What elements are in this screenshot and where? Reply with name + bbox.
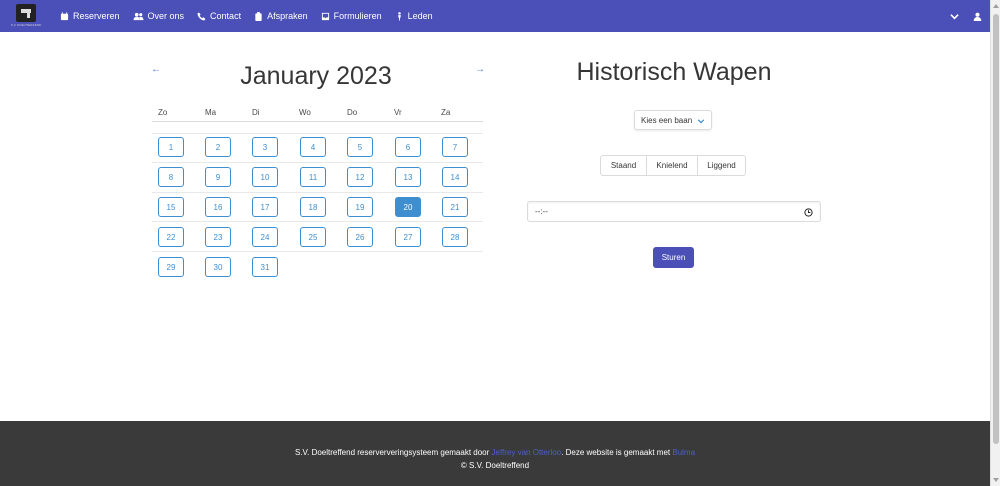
- footer-text: S.V. Doeltreffend reserververingsysteem …: [294, 448, 492, 457]
- footer-copyright: © S.V. Doeltreffend: [460, 461, 530, 470]
- calendar-day-12[interactable]: 12: [347, 167, 373, 187]
- calendar-day-14[interactable]: 14: [442, 167, 468, 187]
- calendar-row-divider: [152, 192, 483, 193]
- calendar-weekday-header: Zo Ma Di Wo Do Vr Za: [152, 104, 483, 122]
- calendar-icon: [60, 11, 69, 20]
- bulma-link[interactable]: Bulma: [672, 448, 695, 457]
- tab-staand[interactable]: Staand: [600, 155, 647, 176]
- calendar-day-6[interactable]: 6: [395, 137, 421, 157]
- logo[interactable]: S.V. DOELTREFFEND: [8, 4, 44, 28]
- logo-text: S.V. DOELTREFFEND: [10, 23, 42, 27]
- weekday-label: Ma: [205, 108, 217, 117]
- lane-select[interactable]: Kies een baan: [634, 110, 712, 130]
- calendar-day-29[interactable]: 29: [158, 257, 184, 277]
- nav-item-label: Over ons: [147, 11, 185, 21]
- calendar-day-2[interactable]: 2: [205, 137, 231, 157]
- chevron-down-icon[interactable]: [950, 12, 959, 21]
- calendar-day-13[interactable]: 13: [395, 167, 421, 187]
- logo-icon: [16, 4, 36, 22]
- calendar-row-divider: [152, 221, 483, 222]
- calendar-day-4[interactable]: 4: [300, 137, 326, 157]
- nav-item-label: Formulieren: [333, 11, 382, 21]
- nav-item-leden[interactable]: Leden: [395, 11, 433, 21]
- author-link[interactable]: Jeffrey van Otterloo: [492, 448, 562, 457]
- calendar-day-26[interactable]: 26: [347, 227, 373, 247]
- calendar-row-divider: [152, 133, 483, 134]
- calendar-day-8[interactable]: 8: [158, 167, 184, 187]
- calendar-day-15[interactable]: 15: [158, 197, 184, 217]
- position-tabs: Staand Knielend Liggend: [600, 155, 746, 176]
- nav-item-label: Reserveren: [73, 11, 120, 21]
- footer-credits: S.V. Doeltreffend reserververingsysteem …: [0, 448, 990, 457]
- weekday-label: Vr: [394, 108, 402, 117]
- calendar-day-24[interactable]: 24: [252, 227, 278, 247]
- phone-icon: [197, 11, 206, 21]
- calendar-day-25[interactable]: 25: [300, 227, 326, 247]
- weekday-label: Di: [252, 108, 260, 117]
- calendar-day-23[interactable]: 23: [205, 227, 231, 247]
- page-title: Historisch Wapen: [576, 58, 772, 86]
- weekday-label: Wo: [299, 108, 311, 117]
- scroll-down-arrow[interactable]: [993, 478, 999, 482]
- footer-text: . Deze website is gemaakt met: [561, 448, 673, 457]
- calendar-day-31[interactable]: 31: [252, 257, 278, 277]
- calendar-day-7[interactable]: 7: [442, 137, 468, 157]
- inbox-icon: [321, 12, 329, 20]
- clock-icon[interactable]: [804, 208, 813, 217]
- calendar-day-16[interactable]: 16: [205, 197, 231, 217]
- nav-items: Reserveren Over ons Contact Afspraken Fo…: [60, 0, 446, 32]
- calendar-day-21[interactable]: 21: [442, 197, 468, 217]
- nav-item-label: Afspraken: [267, 11, 308, 21]
- calendar-day-9[interactable]: 9: [205, 167, 231, 187]
- nav-item-reserveren[interactable]: Reserveren: [60, 11, 120, 21]
- navbar: S.V. DOELTREFFEND Reserveren Over ons Co…: [0, 0, 990, 32]
- chevron-down-icon: [697, 119, 705, 124]
- weekday-label: Do: [347, 108, 358, 117]
- calendar-day-10[interactable]: 10: [252, 167, 278, 187]
- nav-item-over-ons[interactable]: Over ons: [133, 11, 185, 21]
- calendar-day-17[interactable]: 17: [252, 197, 278, 217]
- tab-liggend[interactable]: Liggend: [697, 155, 746, 176]
- tab-knielend[interactable]: Knielend: [646, 155, 698, 176]
- calendar-day-11[interactable]: 11: [300, 167, 326, 187]
- scrollbar[interactable]: [990, 0, 1000, 486]
- calendar-day-30[interactable]: 30: [205, 257, 231, 277]
- calendar-row-divider: [152, 251, 483, 252]
- nav-item-formulieren[interactable]: Formulieren: [321, 11, 382, 21]
- calendar-day-22[interactable]: 22: [158, 227, 184, 247]
- calendar-day-28[interactable]: 28: [442, 227, 468, 247]
- scrollbar-thumb[interactable]: [993, 14, 999, 444]
- nav-item-label: Contact: [210, 11, 242, 21]
- calendar-row-divider: [152, 162, 483, 163]
- calendar-day-3[interactable]: 3: [252, 137, 278, 157]
- nav-item-contact[interactable]: Contact: [197, 11, 241, 21]
- calendar-day-5[interactable]: 5: [347, 137, 373, 157]
- calendar-next-button[interactable]: →: [475, 64, 485, 75]
- calendar-day-18[interactable]: 18: [300, 197, 326, 217]
- users-icon: [133, 12, 143, 20]
- person-icon: [397, 11, 401, 21]
- lane-select-value: Kies een baan: [641, 115, 693, 125]
- clipboard-icon: [255, 11, 262, 21]
- weekday-label: Zo: [158, 108, 168, 117]
- nav-right: [950, 0, 982, 32]
- nav-item-label: Leden: [407, 11, 433, 21]
- calendar-title: January 2023: [240, 62, 392, 90]
- calendar-day-19[interactable]: 19: [347, 197, 373, 217]
- time-input[interactable]: --:--: [527, 201, 821, 222]
- scroll-up-arrow[interactable]: [993, 4, 999, 8]
- time-input-value: --:--: [535, 207, 548, 216]
- calendar-day-27[interactable]: 27: [395, 227, 421, 247]
- user-icon[interactable]: [973, 12, 982, 21]
- calendar-day-1[interactable]: 1: [158, 137, 184, 157]
- submit-button[interactable]: Sturen: [653, 247, 694, 268]
- calendar-day-20[interactable]: 20: [395, 197, 421, 217]
- nav-item-afspraken[interactable]: Afspraken: [254, 11, 308, 21]
- weekday-label: Za: [441, 108, 451, 117]
